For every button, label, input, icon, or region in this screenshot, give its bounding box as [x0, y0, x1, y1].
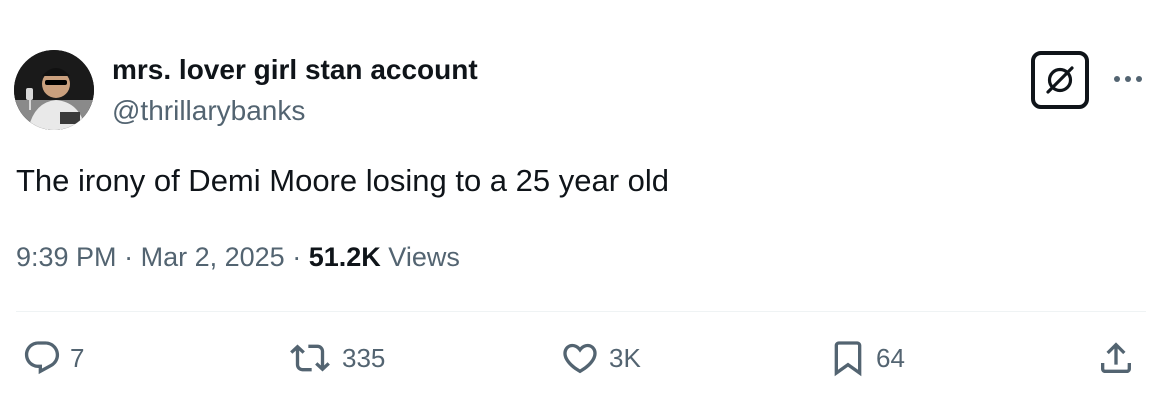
share-button[interactable]	[1096, 336, 1136, 380]
like-count: 3K	[609, 342, 641, 373]
like-button[interactable]: 3K	[559, 336, 641, 380]
views-label: Views	[388, 242, 460, 272]
retweet-count: 335	[342, 342, 386, 373]
more-button[interactable]	[1108, 62, 1148, 96]
like-icon	[563, 343, 597, 374]
divider	[16, 311, 1146, 312]
bookmark-button[interactable]: 64	[828, 336, 905, 380]
reply-count: 7	[70, 342, 85, 373]
reply-icon	[24, 341, 60, 375]
bookmark-count: 64	[876, 342, 905, 373]
avatar[interactable]	[14, 50, 94, 130]
share-icon	[1101, 342, 1131, 373]
bookmark-icon	[834, 341, 862, 377]
avatar-image	[14, 50, 94, 130]
tweet-time[interactable]: 9:39 PM	[16, 242, 117, 272]
retweet-icon	[290, 344, 330, 372]
tweet-text: The irony of Demi Moore losing to a 25 y…	[16, 163, 670, 198]
grok-icon	[1046, 66, 1074, 94]
meta-separator: ·	[124, 242, 134, 272]
views-count[interactable]: 51.2K	[309, 242, 381, 272]
handle[interactable]: @thrillarybanks	[112, 95, 305, 127]
grok-button[interactable]	[1031, 51, 1089, 109]
retweet-button[interactable]: 335	[286, 336, 385, 380]
more-icon	[1114, 76, 1142, 82]
tweet-meta: 9:39 PM · Mar 2, 2025 · 51.2K Views	[16, 242, 460, 273]
display-name[interactable]: mrs. lover girl stan account	[112, 54, 478, 86]
meta-separator: ·	[292, 242, 302, 272]
tweet-date[interactable]: Mar 2, 2025	[141, 242, 285, 272]
reply-button[interactable]: 7	[22, 336, 84, 380]
